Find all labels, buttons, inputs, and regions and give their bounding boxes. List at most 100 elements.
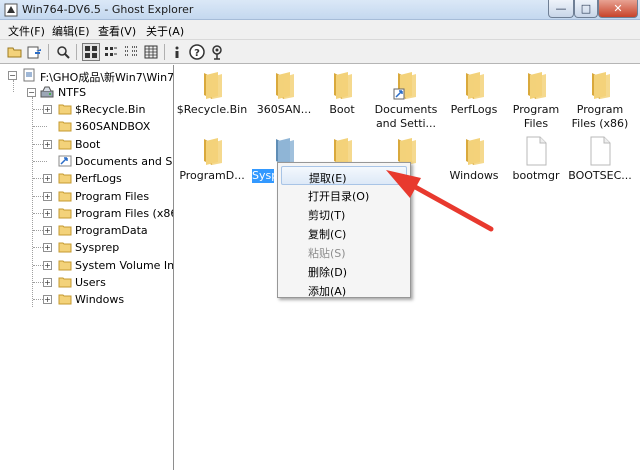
folder-icon [58, 119, 72, 133]
folder-icon [58, 258, 72, 272]
folder-icon [592, 72, 610, 99]
context-menu-item[interactable]: 删除(D) [281, 261, 407, 280]
tree-item-label: ProgramData [75, 224, 148, 238]
help-icon[interactable]: ? [188, 43, 206, 61]
file-item[interactable]: Documents and Setti... [370, 69, 442, 133]
tree-item[interactable]: + $Recycle.Bin [0, 101, 173, 118]
file-name: ProgramD... [179, 169, 245, 182]
collapse-icon[interactable]: − [27, 88, 36, 97]
file-item[interactable]: Boot [306, 69, 378, 133]
expand-icon[interactable]: + [43, 105, 52, 114]
file-icon [590, 136, 611, 166]
folder-icon [528, 72, 546, 99]
expand-icon[interactable]: + [43, 243, 52, 253]
context-menu-item[interactable]: 复制(C) [281, 223, 407, 242]
list-view-icon[interactable] [122, 43, 140, 61]
tree-root-label: F:\GHO成品\新Win7\Win7 [40, 71, 174, 84]
tree-item[interactable]: + System Volume Info [0, 257, 174, 274]
context-menu-label: 粘贴(S) [308, 247, 346, 260]
file-item[interactable]: Program Files [500, 69, 572, 133]
tree-item[interactable]: + Program Files (x86) [0, 205, 173, 222]
tree-item[interactable]: + Program Files [0, 188, 173, 205]
expand-icon[interactable]: + [43, 191, 52, 201]
tree-item-label: Sysprep [75, 241, 120, 255]
tree-item[interactable]: + PerfLogs [0, 170, 173, 187]
file-item[interactable]: Program Files (x86) [564, 69, 636, 133]
tree-item[interactable]: Documents and Set [0, 153, 173, 170]
file-name: bootmgr [512, 169, 560, 182]
menu-edit[interactable]: 编辑(E) [52, 23, 90, 39]
tree-item-label: Program Files [75, 189, 150, 203]
context-menu-item[interactable]: 打开目录(O) [281, 185, 407, 204]
menu-about[interactable]: 关于(A) [146, 23, 184, 39]
tree-item-label: Users [75, 276, 106, 289]
file-name: Program Files (x86) [571, 103, 629, 130]
details-view-icon[interactable] [142, 43, 160, 61]
tree-item-label: PerfLogs [75, 172, 122, 186]
minimize-button[interactable]: — [548, 0, 574, 18]
folder-tree: − F:\GHO成品\新Win7\Win7 − NTFS + $Recycle.B… [0, 65, 174, 470]
file-item[interactable]: ProgramD... [176, 135, 248, 199]
context-menu-item[interactable]: 提取(E) [281, 166, 407, 185]
save-icon[interactable] [26, 43, 44, 61]
folder-icon [58, 206, 72, 220]
search-icon[interactable] [54, 43, 72, 61]
expand-icon[interactable]: + [43, 278, 52, 287]
folder-icon [204, 72, 222, 99]
svg-text:?: ? [194, 48, 200, 59]
file-item[interactable]: bootmgr [500, 135, 572, 199]
tree-item-label: Windows [75, 293, 125, 307]
expand-icon[interactable]: + [43, 139, 52, 149]
tree-item[interactable]: + ProgramData [0, 222, 173, 239]
collapse-icon[interactable]: − [8, 71, 17, 80]
expand-icon[interactable]: + [43, 260, 52, 270]
expand-icon[interactable]: + [43, 226, 52, 236]
title-bar: Win764-DV6.5 - Ghost Explorer — □ ✕ [0, 0, 640, 20]
file-name: $Recycle.Bin [176, 103, 248, 116]
tree-item-label: $Recycle.Bin [75, 103, 146, 116]
expand-icon[interactable]: + [43, 295, 52, 305]
context-menu-item[interactable]: 粘贴(S) [281, 242, 407, 261]
folder-icon [466, 138, 484, 165]
file-name: Sysp [252, 169, 279, 183]
file-item[interactable]: $Recycle.Bin [176, 69, 248, 133]
tree-item-label: System Volume Info [75, 258, 174, 272]
maximize-button[interactable]: □ [574, 0, 598, 18]
expand-icon[interactable]: + [43, 174, 52, 184]
tree-item[interactable]: 360SANDBOX [0, 118, 173, 135]
folder-icon [58, 292, 72, 306]
large-icons-view-icon[interactable] [82, 43, 100, 61]
tree-item-label: 360SANDBOX [75, 120, 151, 134]
file-icon [526, 136, 547, 166]
menu-file[interactable]: 文件(F) [8, 23, 45, 39]
folder-icon [58, 240, 72, 254]
app-icon [4, 3, 18, 17]
open-folder-icon[interactable] [6, 43, 24, 61]
info-icon[interactable] [168, 43, 186, 61]
expand-icon[interactable]: + [43, 208, 52, 218]
file-item[interactable]: BOOTSEC... [564, 135, 636, 199]
folder-icon [58, 189, 72, 203]
tree-root[interactable]: − F:\GHO成品\新Win7\Win7 [0, 67, 174, 84]
tree-item[interactable]: + Sysprep [0, 239, 173, 256]
tree-item[interactable]: + Users [0, 274, 173, 291]
folder-icon [58, 223, 72, 237]
context-menu-item[interactable]: 添加(A) [281, 280, 407, 299]
context-menu-label: 打开目录(O) [308, 190, 370, 203]
context-menu-item[interactable]: 剪切(T) [281, 204, 407, 223]
folder-icon [276, 72, 294, 99]
folder-icon [58, 137, 72, 151]
small-icons-view-icon[interactable] [102, 43, 120, 61]
tree-item[interactable]: + Windows [0, 291, 173, 308]
context-menu-label: 添加(A) [308, 285, 347, 298]
folder-icon [204, 138, 222, 165]
tree-item[interactable]: + Boot [0, 136, 173, 153]
menu-view[interactable]: 查看(V) [98, 23, 136, 39]
shortcut-folder-icon [393, 72, 416, 100]
extract-icon[interactable] [208, 43, 226, 61]
file-name: Documents and Setti... [374, 103, 438, 130]
tree-volume[interactable]: − NTFS [0, 84, 173, 101]
close-button[interactable]: ✕ [598, 0, 638, 18]
folder-icon [466, 72, 484, 99]
context-menu-label: 删除(D) [308, 266, 348, 279]
